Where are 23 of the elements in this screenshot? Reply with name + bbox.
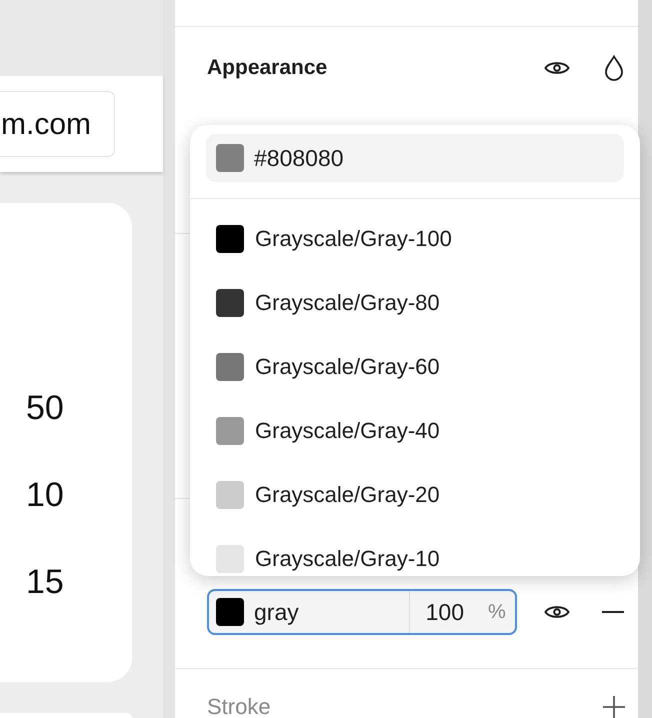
value-text: 50 [26,391,65,425]
section-title: Stroke [207,696,271,718]
drop-icon[interactable] [605,55,623,81]
url-field[interactable]: m.com [0,91,115,157]
value-text: 15 [26,565,65,599]
value-text: 10 [26,478,65,512]
percent-label: % [488,600,506,624]
color-option[interactable]: Grayscale/Gray-100 [216,223,616,255]
section-title: Appearance [207,56,328,80]
color-option[interactable]: Grayscale/Gray-20 [216,479,616,511]
color-option[interactable]: Grayscale/Gray-10 [216,543,616,575]
scrollbar[interactable] [638,0,652,718]
eye-icon[interactable] [544,603,570,621]
color-option[interactable]: Grayscale/Gray-60 [216,351,616,383]
color-option[interactable]: Grayscale/Gray-40 [216,415,616,447]
eye-icon[interactable] [544,59,570,77]
color-option[interactable]: Grayscale/Gray-80 [216,287,616,319]
fill-field[interactable]: gray 100 % [207,589,517,635]
opacity-field[interactable]: 100 [410,598,464,626]
hex-input-field[interactable]: #808080 [206,134,624,182]
color-name-field[interactable]: gray [254,598,299,626]
plus-icon[interactable] [603,696,625,718]
color-swatch-icon[interactable] [216,598,244,626]
